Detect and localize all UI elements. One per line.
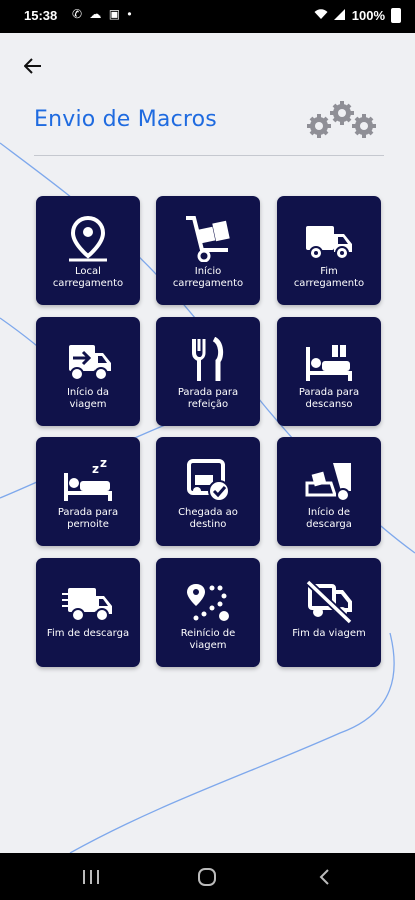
sleep-bed-icon: z z [64, 459, 112, 501]
tile-label: Reinício de viagem [180, 628, 236, 651]
tile-label: Parada para refeição [177, 387, 239, 410]
divider [34, 155, 384, 156]
rest-bed-icon [306, 345, 352, 381]
arrow-left-icon [24, 58, 41, 74]
tile-fim-descarga[interactable]: Fim de descarga [36, 558, 140, 667]
wifi-icon [314, 8, 328, 23]
notification-icons: ✆ ☁ ▣ • [72, 7, 134, 21]
delivery-truck-icon [306, 226, 352, 260]
unloading-icon [305, 463, 351, 502]
truck-off-icon [305, 579, 353, 624]
tile-fim-carregamento[interactable]: Fim carregamento [277, 196, 381, 305]
home-icon [198, 868, 216, 886]
back-button[interactable] [18, 51, 48, 81]
svg-text:z: z [92, 462, 99, 476]
svg-text:z: z [100, 459, 107, 470]
tile-inicio-descarga[interactable]: Início de descarga [277, 437, 381, 546]
gears-icon [307, 101, 376, 138]
fork-knife-icon [192, 337, 224, 381]
tile-local-carregamento[interactable]: Local carregamento [36, 196, 140, 305]
tile-fim-viagem[interactable]: Fim da viagem [277, 558, 381, 667]
arrival-truck-check-icon [187, 459, 230, 502]
tile-label: Local carregamento [52, 266, 124, 289]
status-right: 100% [314, 8, 401, 23]
tile-parada-pernoite[interactable]: z z Parada para pernoite [36, 437, 140, 546]
tile-label: Fim carregamento [293, 266, 365, 289]
tile-label: Fim da viagem [292, 628, 366, 639]
home-button[interactable] [192, 865, 222, 889]
tile-label: Parada para pernoite [57, 507, 119, 530]
tile-label: Chegada ao destino [178, 507, 238, 530]
status-bar: 15:38 ✆ ☁ ▣ • 100% [0, 0, 415, 33]
battery-percent: 100% [351, 8, 385, 23]
fast-truck-icon [69, 345, 111, 381]
back-nav-button[interactable] [309, 865, 339, 889]
location-pin-icon [69, 215, 107, 262]
status-time: 15:38 [24, 8, 58, 23]
chevron-left-icon [319, 869, 329, 885]
tile-label: Início carregamento [172, 266, 244, 289]
tile-parada-refeicao[interactable]: Parada para refeição [156, 317, 260, 426]
tile-parada-descanso[interactable]: Parada para descanso [277, 317, 381, 426]
tile-label: Parada para descanso [298, 387, 360, 410]
tile-label: Fim de descarga [46, 628, 130, 639]
tile-inicio-carregamento[interactable]: Início carregamento [156, 196, 260, 305]
truck-icon [62, 588, 112, 622]
signal-icon [333, 8, 346, 23]
tile-reinicio-viagem[interactable]: Reinício de viagem [156, 558, 260, 667]
tile-inicio-viagem[interactable]: Início da viagem [36, 317, 140, 426]
tile-label: Início de descarga [306, 507, 352, 530]
page-title: Envio de Macros [34, 107, 217, 132]
recents-button[interactable] [76, 865, 106, 889]
hand-truck-icon [186, 216, 230, 262]
battery-icon [391, 8, 401, 23]
android-nav-bar [0, 853, 415, 900]
tile-chegada-destino[interactable]: Chegada ao destino [156, 437, 260, 546]
main-content: Envio de Macros Local carregamento Iníci… [0, 33, 415, 853]
tile-label: Início da viagem [66, 387, 110, 410]
recents-icon [83, 870, 99, 884]
route-icon [187, 584, 229, 621]
